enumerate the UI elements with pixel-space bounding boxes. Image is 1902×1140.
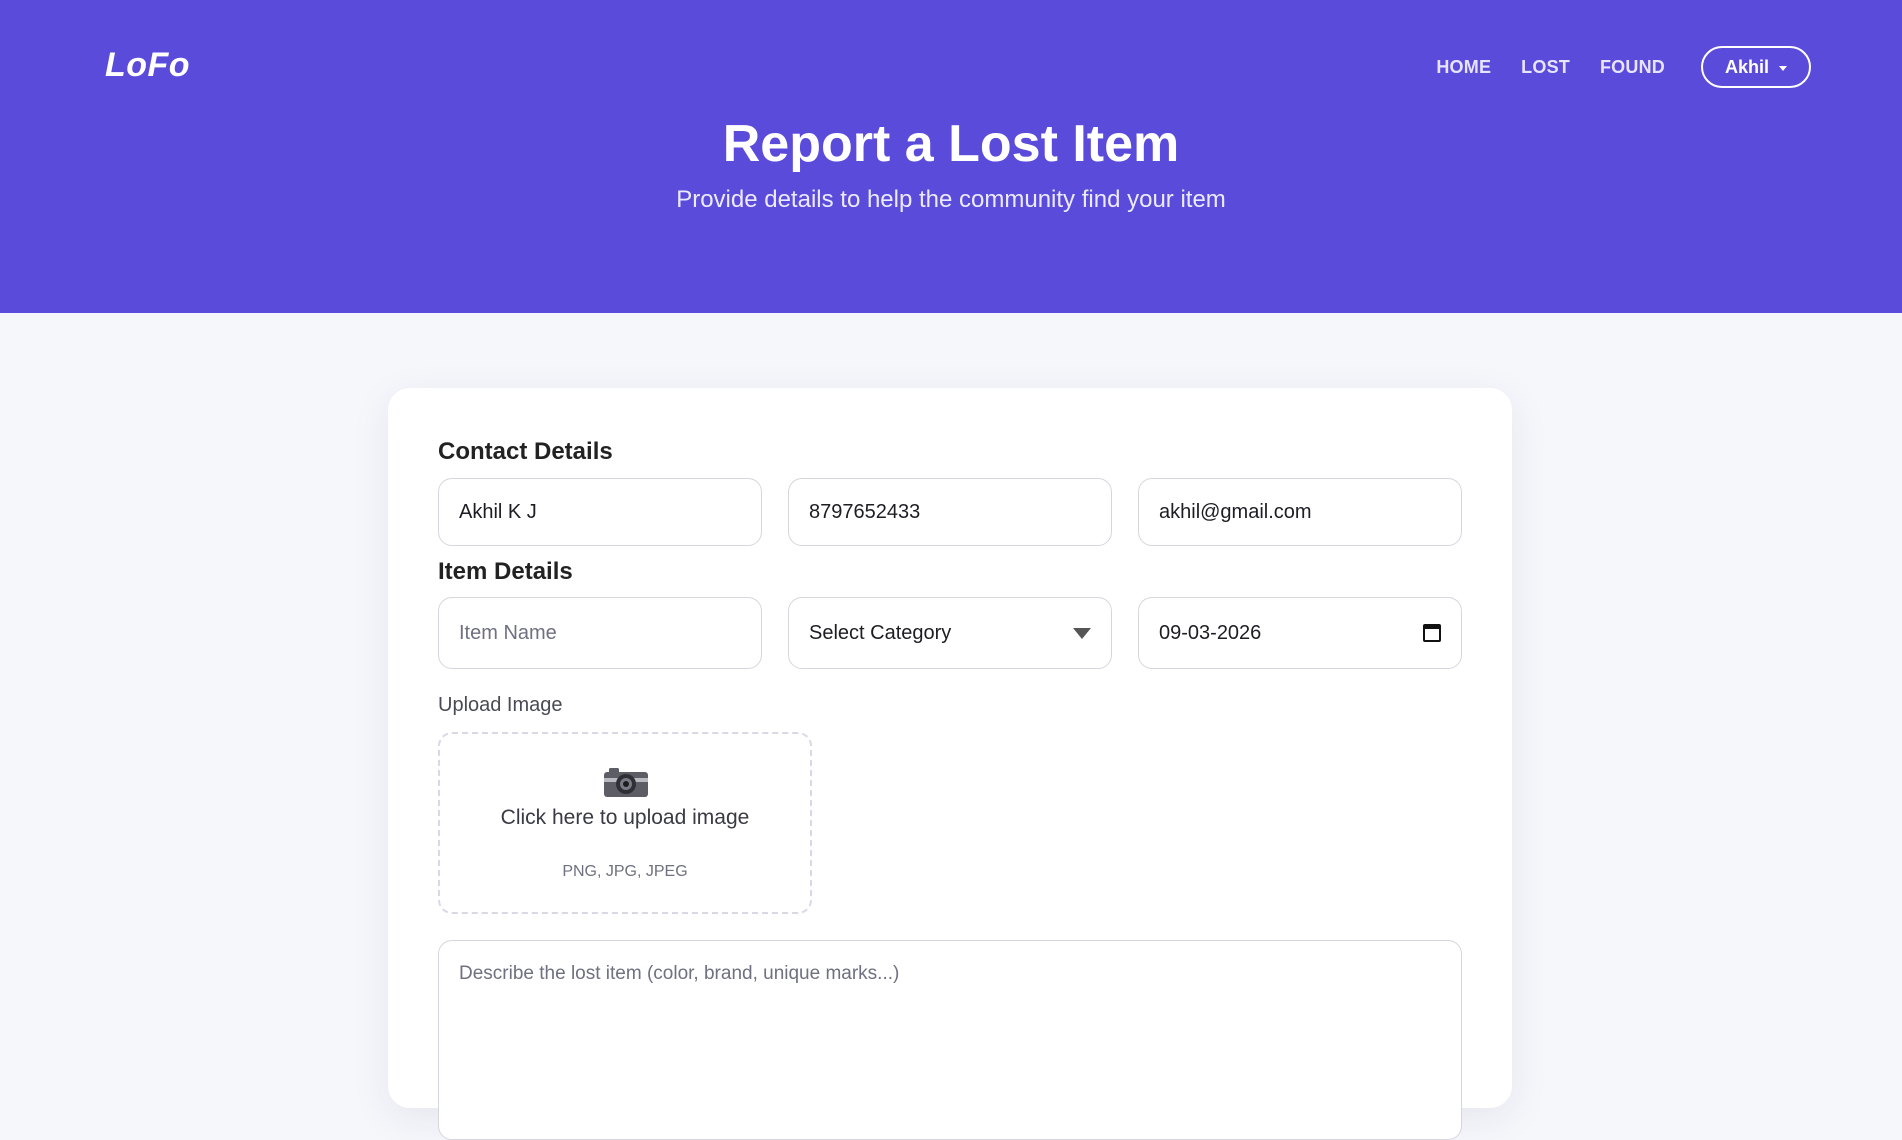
- hero-banner: LoFo HOME LOST FOUND Akhil Report a Lost…: [0, 0, 1902, 313]
- description-placeholder: Describe the lost item (color, brand, un…: [459, 963, 900, 984]
- lost-date-input[interactable]: 09-03-2026: [1138, 597, 1462, 669]
- category-select[interactable]: Select Category: [788, 597, 1112, 669]
- brand-logo[interactable]: LoFo: [105, 46, 190, 85]
- category-select-value: Select Category: [809, 621, 952, 644]
- contact-phone-value: 8797652433: [809, 500, 921, 523]
- contact-details-heading: Contact Details: [438, 438, 613, 465]
- contact-name-value: Akhil K J: [459, 500, 537, 523]
- contact-email-value: akhil@gmail.com: [1159, 500, 1312, 523]
- calendar-icon[interactable]: [1423, 624, 1441, 642]
- lost-date-value: 09-03-2026: [1159, 621, 1262, 644]
- upload-cta-text: Click here to upload image: [500, 806, 750, 829]
- dropdown-arrow-icon: [1073, 627, 1091, 639]
- upload-image-label: Upload Image: [438, 694, 563, 716]
- image-upload-dropzone[interactable]: Click here to upload image PNG, JPG, JPE…: [438, 732, 812, 914]
- item-name-placeholder: Item Name: [459, 621, 557, 644]
- page-subtitle: Provide details to help the community fi…: [676, 186, 1226, 213]
- nav-lost-link[interactable]: LOST: [1521, 57, 1570, 78]
- contact-name-input[interactable]: Akhil K J: [438, 478, 762, 546]
- chevron-down-icon: [1779, 65, 1787, 71]
- nav-found-link[interactable]: FOUND: [1600, 57, 1665, 78]
- page-title: Report a Lost Item: [722, 115, 1180, 173]
- nav-home-link[interactable]: HOME: [1436, 57, 1491, 78]
- contact-email-input[interactable]: akhil@gmail.com: [1138, 478, 1462, 546]
- description-textarea[interactable]: Describe the lost item (color, brand, un…: [438, 940, 1462, 1140]
- user-name: Akhil: [1724, 56, 1769, 77]
- camera-icon: [604, 768, 648, 797]
- contact-phone-input[interactable]: 8797652433: [788, 478, 1112, 546]
- item-name-input[interactable]: Item Name: [438, 597, 762, 669]
- user-menu-button[interactable]: Akhil: [1700, 46, 1811, 88]
- report-form-card: Contact Details Akhil K J 8797652433 akh…: [388, 388, 1512, 1140]
- item-details-heading: Item Details: [438, 558, 573, 585]
- top-nav: HOME LOST FOUND Akhil: [1406, 46, 1811, 88]
- upload-file-types: PNG, JPG, JPEG: [562, 863, 688, 880]
